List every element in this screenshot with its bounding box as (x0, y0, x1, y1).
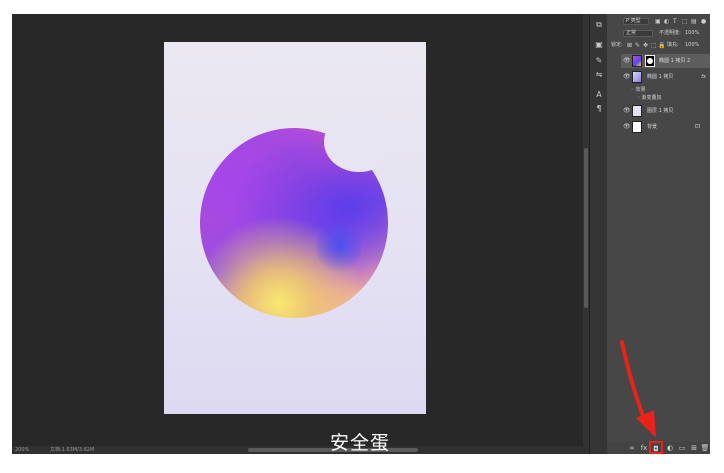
fx-icon[interactable]: fx (701, 70, 706, 84)
filter-smart-icon[interactable]: ▤ (691, 16, 697, 27)
panel-dock-icons: ⧉ ▣ ✎ ⇋ A ¶ (589, 14, 607, 454)
layer-row[interactable]: 👁 背景 ⊡ (621, 120, 710, 134)
layer-name[interactable]: 椭圆 1 拷贝 (647, 70, 673, 84)
adjust-icon[interactable]: ⇋ (593, 70, 605, 80)
filter-type-icon[interactable]: T (673, 16, 677, 27)
lock-paint-icon[interactable]: ✎ (635, 40, 640, 51)
lock-move-icon[interactable]: ✥ (643, 40, 648, 51)
layer-thumbnail (632, 71, 642, 83)
effects-label: 效果 (635, 87, 646, 93)
add-style-icon[interactable]: fx (639, 442, 649, 454)
filter-shape-icon[interactable]: ⬚ (682, 16, 688, 27)
add-mask-button[interactable]: ◘ (649, 441, 663, 454)
filter-adjust-icon[interactable]: ◐ (664, 16, 669, 27)
document-info[interactable]: 文档:1.63M/3.82M (50, 446, 94, 454)
gradient-overlay-effect[interactable]: ◦ 渐变叠加 (637, 94, 662, 103)
fill-label: 填充: (667, 42, 679, 48)
visibility-eye-icon[interactable]: 👁 (623, 74, 631, 80)
history-icon[interactable]: ⧉ (593, 20, 605, 30)
new-layer-icon[interactable]: ⊞ (689, 442, 699, 454)
eye-small-icon[interactable]: ◦ (637, 95, 640, 101)
watermark-text: 安全蛋 (330, 432, 391, 454)
eye-small-icon[interactable]: ◦ (631, 87, 634, 93)
blob-cutout (324, 112, 394, 172)
fill-value[interactable]: 100% (685, 40, 699, 51)
lock-fill-row: 锁定: ⊠ ✎ ✥ ⬚ 🔒 填充: 100% (607, 40, 710, 51)
brush-icon[interactable]: ✎ (593, 56, 605, 66)
document-canvas[interactable] (164, 42, 426, 414)
adjustment-layer-icon[interactable]: ◐ (665, 442, 675, 454)
layer-thumbnail (632, 105, 642, 117)
filter-pixel-icon[interactable]: ▣ (655, 16, 661, 27)
opacity-value[interactable]: 100% (685, 28, 699, 39)
visibility-eye-icon[interactable]: 👁 (623, 108, 631, 114)
layer-row[interactable]: 👁 椭圆 1 拷贝 2 (621, 54, 710, 68)
layer-name[interactable]: 图层 1 拷贝 (647, 104, 673, 118)
new-group-icon[interactable]: ▭ (677, 442, 687, 454)
filter-toggle-icon[interactable]: ● (701, 16, 706, 27)
character-icon[interactable]: A (593, 90, 605, 100)
opacity-label: 不透明度: (659, 30, 681, 36)
layers-panel-footer: ∞ fx ◘ ◐ ▭ ⊞ 🗑 (607, 441, 710, 454)
lock-artboard-icon[interactable]: ⬚ (651, 40, 657, 51)
properties-icon[interactable]: ▣ (593, 40, 605, 50)
vertical-scroll-thumb[interactable] (584, 148, 588, 308)
blend-opacity-row: 正常 不透明度: 100% (607, 28, 710, 39)
blend-mode-select[interactable]: 正常 (623, 30, 653, 37)
red-arrow-annotation (620, 340, 656, 438)
lock-transparent-icon[interactable]: ⊠ (627, 40, 632, 51)
delete-layer-icon[interactable]: 🗑 (700, 442, 710, 454)
layer-row[interactable]: 👁 图层 1 拷贝 (621, 104, 710, 118)
lock-label: 锁定: (611, 42, 623, 48)
layer-name[interactable]: 背景 (647, 120, 657, 134)
visibility-eye-icon[interactable]: 👁 (623, 58, 631, 64)
gradient-overlay-label: 渐变叠加 (641, 95, 662, 101)
visibility-eye-icon[interactable]: 👁 (623, 124, 631, 130)
lock-all-icon[interactable]: 🔒 (658, 40, 665, 51)
layer-thumbnail (632, 121, 642, 133)
layer-mask-thumbnail[interactable] (645, 55, 655, 67)
layer-thumbnail (632, 55, 642, 67)
filter-kind-select[interactable]: P 类型 (623, 18, 649, 25)
canvas-workspace[interactable] (12, 14, 586, 454)
lock-icon: ⊡ (694, 123, 700, 130)
zoom-level[interactable]: 200% (15, 446, 29, 454)
layer-filter-row: P 类型 ▣ ◐ T ⬚ ▤ ● (607, 16, 710, 27)
layer-row[interactable]: 👁 椭圆 1 拷贝 fx (621, 70, 710, 84)
paragraph-icon[interactable]: ¶ (593, 104, 605, 114)
link-layers-icon[interactable]: ∞ (627, 442, 637, 454)
photoshop-window: 200% 文档:1.63M/3.82M 安全蛋 ⧉ ▣ ✎ ⇋ A ¶ P 类型… (12, 14, 710, 454)
layer-name[interactable]: 椭圆 1 拷贝 2 (659, 54, 690, 68)
blob-glow (316, 216, 362, 276)
